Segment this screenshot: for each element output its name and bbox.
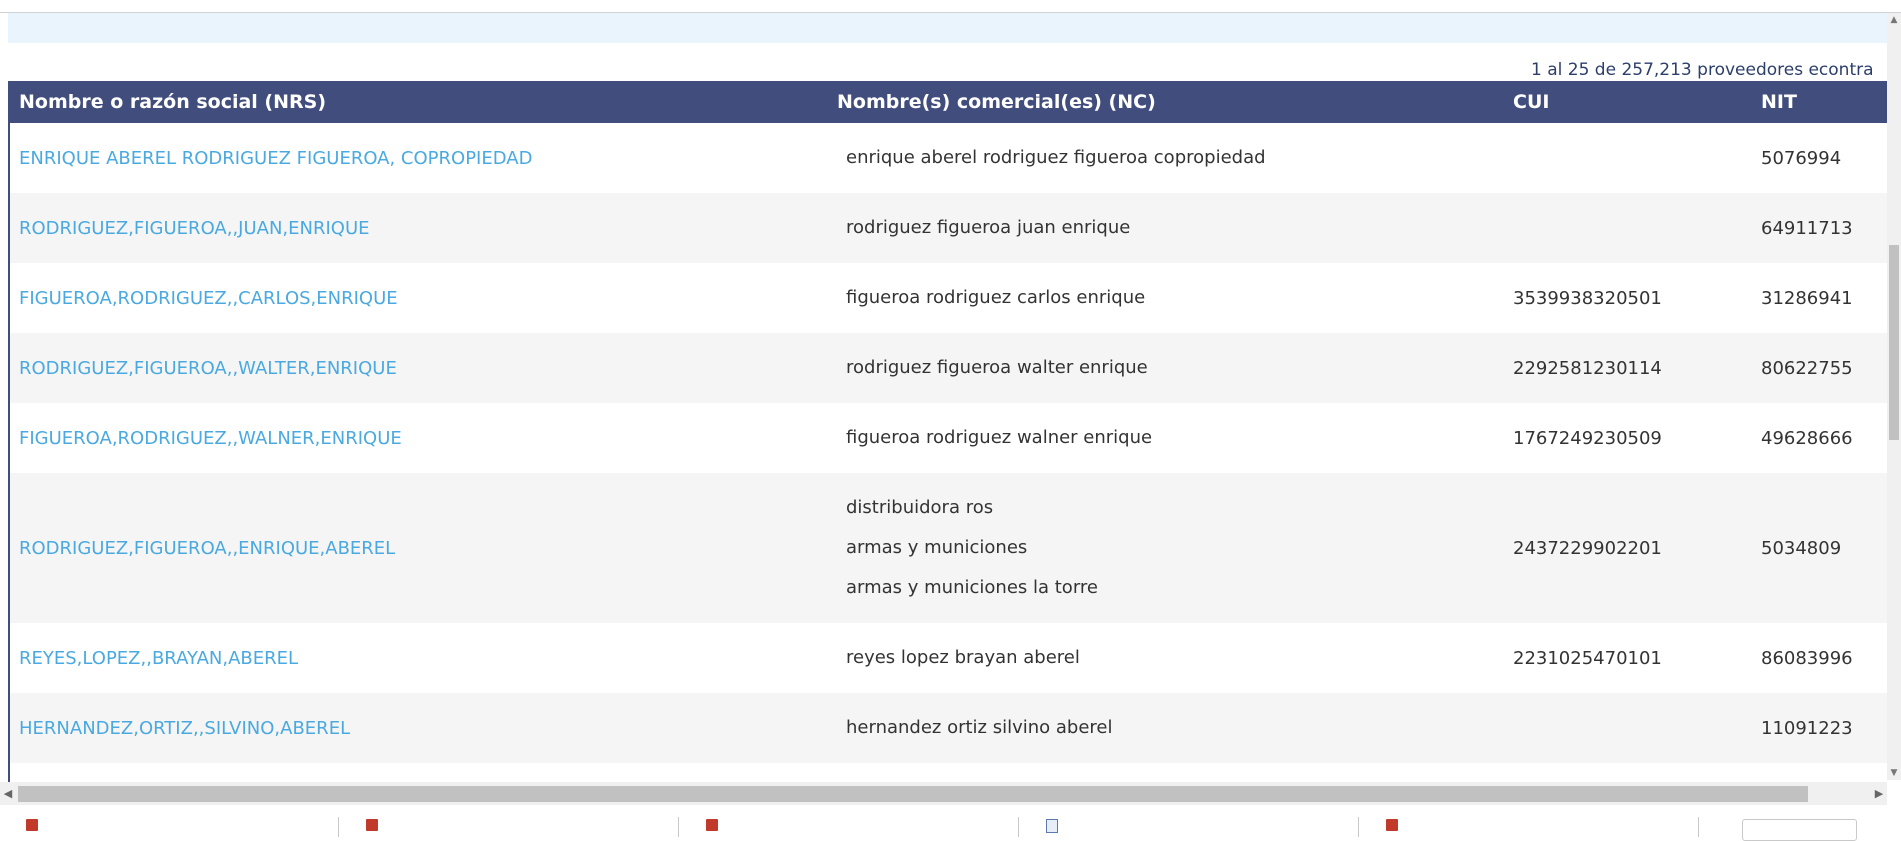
chevron-right-icon[interactable]: ▶ <box>1871 782 1887 805</box>
table-row: RODRIGUEZ,FIGUEROA,,JUAN,ENRIQUE rodrigu… <box>10 193 1890 263</box>
cell-nc: rodriguez figueroa juan enrique <box>828 193 1504 263</box>
info-banner <box>8 13 1888 43</box>
cell-nrs: RODRIGUEZ,FIGUEROA,,ENRIQUE,ABEREL <box>10 473 828 623</box>
commercial-name: rodriguez figueroa juan enrique <box>846 217 1131 238</box>
provider-link[interactable]: HERNANDEZ,ORTIZ,,SILVINO,ABEREL <box>19 718 350 739</box>
cell-nrs: REYES,LOPEZ,,BRAYAN,ABEREL <box>10 623 828 693</box>
results-table-viewport: Nombre o razón social (NRS) Nombre(s) co… <box>8 81 1890 782</box>
horizontal-scrollbar[interactable]: ◀ ▶ <box>0 782 1887 805</box>
commercial-name: rodriguez figueroa walter enrique <box>846 357 1148 378</box>
commercial-name: armas y municiones <box>846 537 1028 558</box>
cell-nc: enrique aberel rodriguez figueroa coprop… <box>828 123 1504 193</box>
table-row: HERNANDEZ,ORTIZ,,SILVINO,ABEREL hernande… <box>10 693 1890 763</box>
commercial-name: armas y municiones la torre <box>846 577 1098 598</box>
cell-nrs: RODRIGUEZ,FIGUEROA,,WALTER,ENRIQUE <box>10 333 828 403</box>
cell-nc: figueroa rodriguez walner enrique <box>828 403 1504 473</box>
provider-link[interactable]: FIGUEROA,RODRIGUEZ,,WALNER,ENRIQUE <box>19 428 402 449</box>
cell-cui: 2437229902201 <box>1504 473 1752 623</box>
cell-nit: 5034809 <box>1752 473 1890 623</box>
results-count: 1 al 25 de 257,213 proveedores econtra <box>1531 60 1874 80</box>
cell-cui: 2231025470101 <box>1513 647 1662 669</box>
pdf-icon[interactable] <box>26 819 38 831</box>
chevron-up-icon[interactable]: ▲ <box>1887 13 1901 27</box>
cell-nc: reyes lopez brayan aberel <box>828 623 1504 693</box>
cell-nrs: FIGUEROA,RODRIGUEZ,,CARLOS,ENRIQUE <box>10 263 828 333</box>
toolbar-divider <box>1018 817 1019 837</box>
cell-nit: 80622755 <box>1752 333 1890 403</box>
cell-cui: 2292581230114 <box>1504 333 1752 403</box>
horizontal-scroll-thumb[interactable] <box>18 786 1808 802</box>
cell-nit: 31286941 <box>1761 287 1853 309</box>
cell-nc: figueroa rodriguez carlos enrique <box>828 263 1504 333</box>
toolbar-divider <box>1358 817 1359 837</box>
column-header-cui[interactable]: CUI <box>1504 81 1752 123</box>
table-header-row: Nombre o razón social (NRS) Nombre(s) co… <box>10 81 1890 123</box>
cell-nc: rodriguez figueroa walter enrique <box>828 333 1504 403</box>
table-row: RODRIGUEZ,FIGUEROA,,WALTER,ENRIQUE rodri… <box>10 333 1890 403</box>
pdf-icon[interactable] <box>1386 819 1398 831</box>
chevron-left-icon[interactable]: ◀ <box>0 782 16 805</box>
provider-link[interactable]: RODRIGUEZ,FIGUEROA,,JUAN,ENRIQUE <box>19 218 370 239</box>
cell-nrs: ENRIQUE ABEREL RODRIGUEZ FIGUEROA, COPRO… <box>10 123 828 193</box>
commercial-name: figueroa rodriguez carlos enrique <box>846 287 1146 308</box>
vertical-scrollbar[interactable]: ▲ ▼ <box>1887 13 1901 780</box>
cell-nc: distribuidora ros armas y municiones arm… <box>828 473 1504 623</box>
table-row: RODRIGUEZ,FIGUEROA,,ENRIQUE,ABEREL distr… <box>10 473 1890 623</box>
chevron-down-icon[interactable]: ▼ <box>1887 766 1901 780</box>
column-header-nit[interactable]: NIT <box>1752 81 1890 123</box>
cell-nrs: FIGUEROA,RODRIGUEZ,,WALNER,ENRIQUE <box>10 403 828 473</box>
table-row: FIGUEROA,RODRIGUEZ,,WALNER,ENRIQUE figue… <box>10 403 1890 473</box>
cell-nrs: RODRIGUEZ,FIGUEROA,,JUAN,ENRIQUE <box>10 193 828 263</box>
cell-nc: hernandez ortiz silvino aberel <box>828 693 1504 763</box>
cell-cui: 3539938320501 <box>1513 287 1662 309</box>
cell-nit: 64911713 <box>1752 193 1890 263</box>
cell-nit: 49628666 <box>1761 427 1853 449</box>
commercial-name: distribuidora ros <box>846 497 994 518</box>
page-size-select[interactable] <box>1742 819 1857 841</box>
provider-link[interactable]: ENRIQUE ABEREL RODRIGUEZ FIGUEROA, COPRO… <box>19 148 532 169</box>
cell-cui <box>1504 193 1752 263</box>
cell-cui <box>1504 693 1752 763</box>
cell-nrs: HERNANDEZ,ORTIZ,,SILVINO,ABEREL <box>10 693 828 763</box>
cell-cui <box>1504 123 1752 193</box>
pdf-icon[interactable] <box>706 819 718 831</box>
cell-cui: 1767249230509 <box>1513 427 1662 449</box>
vertical-scroll-thumb[interactable] <box>1889 245 1899 440</box>
provider-link[interactable]: RODRIGUEZ,FIGUEROA,,ENRIQUE,ABEREL <box>19 538 395 559</box>
provider-link[interactable]: FIGUEROA,RODRIGUEZ,,CARLOS,ENRIQUE <box>19 288 398 309</box>
toolbar-divider <box>338 817 339 837</box>
providers-table: Nombre o razón social (NRS) Nombre(s) co… <box>10 81 1890 763</box>
commercial-name: reyes lopez brayan aberel <box>846 647 1080 668</box>
commercial-name: figueroa rodriguez walner enrique <box>846 427 1153 448</box>
column-header-nrs[interactable]: Nombre o razón social (NRS) <box>10 81 828 123</box>
cell-nit: 5076994 <box>1761 147 1842 169</box>
pdf-icon[interactable] <box>366 819 378 831</box>
provider-link[interactable]: RODRIGUEZ,FIGUEROA,,WALTER,ENRIQUE <box>19 358 397 379</box>
column-header-nc[interactable]: Nombre(s) comercial(es) (NC) <box>828 81 1504 123</box>
table-row: ENRIQUE ABEREL RODRIGUEZ FIGUEROA, COPRO… <box>10 123 1890 193</box>
table-row: REYES,LOPEZ,,BRAYAN,ABEREL reyes lopez b… <box>10 623 1890 693</box>
commercial-name: enrique aberel rodriguez figueroa coprop… <box>846 147 1266 168</box>
bottom-toolbar <box>0 805 1901 841</box>
toolbar-divider <box>678 817 679 837</box>
cell-nit: 86083996 <box>1761 647 1853 669</box>
cell-nit: 11091223 <box>1752 693 1890 763</box>
document-icon[interactable] <box>1046 819 1058 833</box>
commercial-name: hernandez ortiz silvino aberel <box>846 717 1113 738</box>
provider-link[interactable]: REYES,LOPEZ,,BRAYAN,ABEREL <box>19 648 298 669</box>
toolbar-divider <box>1698 817 1699 837</box>
table-row: FIGUEROA,RODRIGUEZ,,CARLOS,ENRIQUE figue… <box>10 263 1890 333</box>
window-top-edge <box>0 0 1901 13</box>
